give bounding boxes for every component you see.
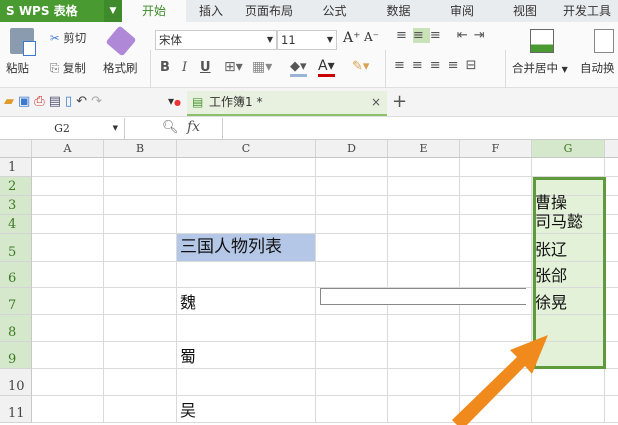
arrow-annotation xyxy=(452,335,548,425)
orange-arrow-icon xyxy=(452,335,548,425)
